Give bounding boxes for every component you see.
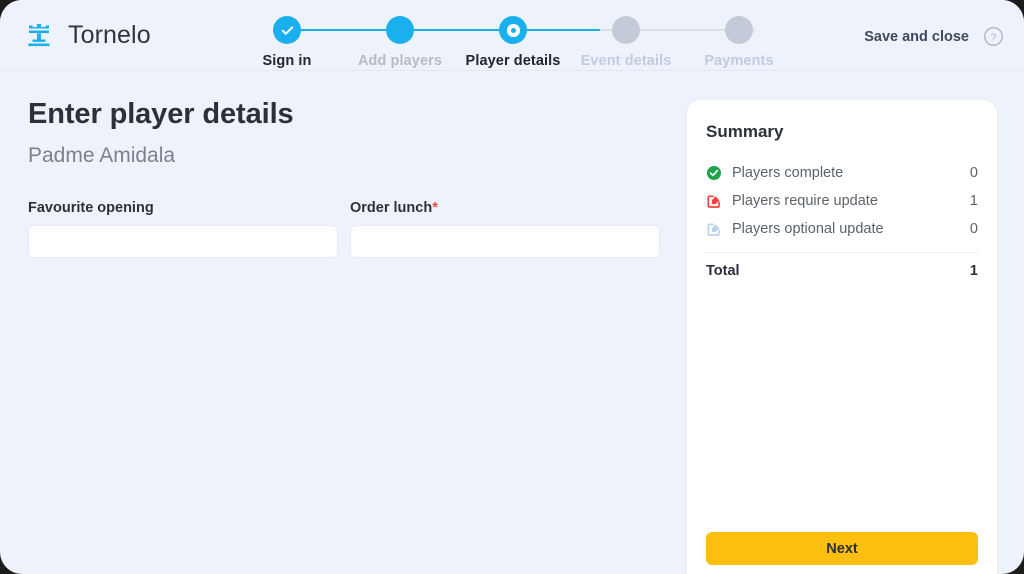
check-circle-icon [706,165,732,181]
step-label: Add players [357,53,443,69]
field-favourite-opening: Favourite opening [28,200,338,258]
step-dot-pending [725,16,753,44]
player-name: Padme Amidala [28,144,176,167]
player-details-form: Enter player details Padme Amidala Favou… [28,98,668,258]
step-dot-done [386,16,414,44]
summary-row-value: 0 [969,221,978,237]
field-label-text: Favourite opening [28,200,154,216]
progress-stepper: Sign in Add players Player details Event… [256,8,786,69]
step-label: Event details [580,53,672,69]
step-event-details[interactable]: Event details [566,8,686,69]
summary-row-label: Players require update [732,193,878,209]
step-player-details[interactable]: Player details [453,8,573,69]
summary-row-label: Players complete [732,165,844,181]
edit-square-icon [706,221,732,237]
order-lunch-input[interactable] [350,225,660,258]
field-label: Order lunch* [350,200,660,216]
step-add-players[interactable]: Add players [340,8,460,69]
save-and-close-button[interactable]: Save and close [864,29,969,45]
summary-total-row: Total 1 [706,256,978,286]
app-window: Tornelo Sign in Add players Player detai… [0,0,1024,574]
summary-divider [706,252,978,253]
next-button[interactable]: Next [706,532,978,565]
step-payments[interactable]: Payments [679,8,799,69]
summary-spacer [706,286,978,532]
summary-row-value: 1 [969,193,978,209]
summary-row-players-optional-update: Players optional update 0 [706,215,978,243]
favourite-opening-input[interactable] [28,225,338,258]
summary-title: Summary [706,122,784,141]
field-row: Favourite opening Order lunch* [28,200,668,258]
main-content: Enter player details Padme Amidala Favou… [0,71,1024,574]
field-label: Favourite opening [28,200,338,216]
summary-card: Summary Players complete 0 Players requi… [687,100,997,574]
step-dot-done [273,16,301,44]
step-label: Player details [465,53,561,69]
app-header: Tornelo Sign in Add players Player detai… [0,0,1024,71]
step-sign-in[interactable]: Sign in [227,8,347,69]
summary-row-value: 0 [969,165,978,181]
header-actions: Save and close ? [864,26,1004,47]
summary-row-players-complete: Players complete 0 [706,159,978,187]
step-label: Sign in [262,53,312,69]
summary-row-players-require-update: Players require update 1 [706,187,978,215]
step-dot-active [499,16,527,44]
step-label: Payments [704,53,774,69]
required-marker: * [432,200,438,216]
summary-total-label: Total [706,263,740,279]
step-dot-pending [612,16,640,44]
brand[interactable]: Tornelo [24,20,151,50]
question-circle-icon[interactable]: ? [983,26,1004,47]
page-title: Enter player details [28,98,294,130]
summary-total-value: 1 [969,263,978,279]
brand-name: Tornelo [68,20,151,49]
svg-text:?: ? [991,32,997,44]
chess-rook-icon [24,20,54,50]
field-order-lunch: Order lunch* [350,200,660,258]
field-label-text: Order lunch [350,200,433,216]
summary-row-label: Players optional update [732,221,884,237]
edit-square-icon [706,193,732,209]
